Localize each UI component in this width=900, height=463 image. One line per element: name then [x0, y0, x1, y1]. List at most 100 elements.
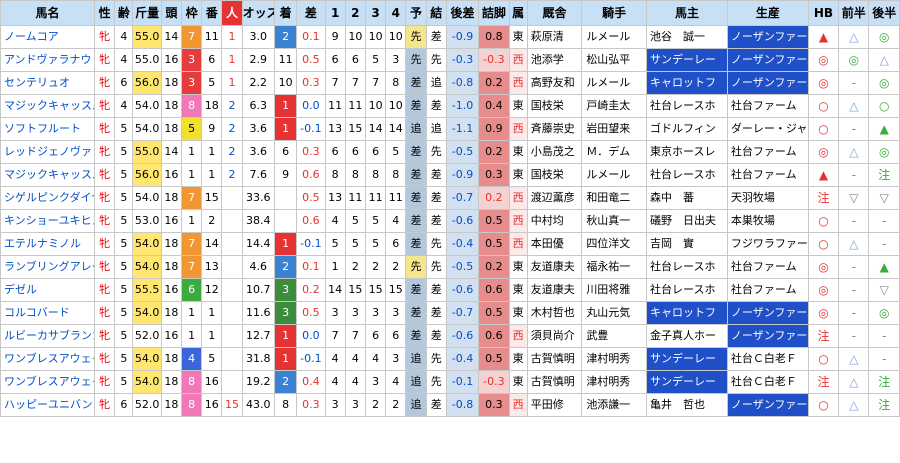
jockey-link[interactable]: 福永祐一 [581, 255, 648, 279]
horse-name-link[interactable]: ワンブレスアウェイ [0, 347, 96, 371]
col-odds[interactable]: オッズ [241, 0, 275, 26]
horse-name-link[interactable]: ノームコア [0, 25, 96, 49]
jockey-link[interactable]: 池添謙一 [581, 393, 648, 417]
trainer-link[interactable]: 国枝栄 [526, 163, 583, 187]
owner-link[interactable]: 社台レースホ [646, 163, 728, 187]
jockey-link[interactable]: 秋山真一 [581, 209, 648, 233]
jockey-link[interactable]: 川田将雅 [581, 278, 648, 302]
col-kinryo[interactable]: 斤量 [132, 0, 162, 26]
trainer-link[interactable]: 古賀慎明 [526, 370, 583, 394]
horse-name-link[interactable]: ワンブレスアウェイ [0, 370, 96, 394]
breeder-link[interactable]: ノーザンファーム [726, 324, 809, 348]
owner-link[interactable]: サンデーレー [646, 370, 728, 394]
owner-link[interactable]: 礒野 日出夫 [646, 209, 728, 233]
horse-name-link[interactable]: センテリュオ [0, 71, 96, 95]
trainer-link[interactable]: 萩原清 [526, 25, 583, 49]
breeder-link[interactable]: 社台ファーム [726, 140, 809, 164]
horse-name-link[interactable]: シゲルピンクダイヤ [0, 186, 96, 210]
breeder-link[interactable]: ノーザンファーム [726, 25, 809, 49]
col-yoso[interactable]: 予 [405, 0, 427, 26]
col-zenhan[interactable]: 前半 [838, 0, 870, 26]
jockey-link[interactable]: ルメール [581, 71, 648, 95]
col-kishu[interactable]: 騎手 [581, 0, 648, 26]
breeder-link[interactable]: ノーザンファーム [726, 301, 809, 325]
breeder-link[interactable]: 社台ファーム [726, 94, 809, 118]
col-kohan-sa[interactable]: 後差 [445, 0, 480, 26]
jockey-link[interactable]: 戸崎圭太 [581, 94, 648, 118]
owner-link[interactable]: 亀井 哲也 [646, 393, 728, 417]
trainer-link[interactable]: 国枝栄 [526, 94, 583, 118]
horse-name-link[interactable]: レッドジェノヴァ [0, 140, 96, 164]
col-hb[interactable]: HB [807, 0, 840, 26]
col-corner3[interactable]: 3 [364, 0, 387, 26]
col-tosu[interactable]: 頭 [160, 0, 182, 26]
jockey-link[interactable]: 松山弘平 [581, 48, 648, 72]
col-sex[interactable]: 性 [94, 0, 116, 26]
jockey-link[interactable]: 武豊 [581, 324, 648, 348]
jockey-link[interactable]: 和田竜二 [581, 186, 648, 210]
owner-link[interactable]: 吉岡 實 [646, 232, 728, 256]
owner-link[interactable]: 森中 蕃 [646, 186, 728, 210]
owner-link[interactable]: ゴドルフィン [646, 117, 728, 141]
horse-name-link[interactable]: コルコバード [0, 301, 96, 325]
horse-name-link[interactable]: キンショーユキヒメ [0, 209, 96, 233]
col-kyusha[interactable]: 厩舎 [526, 0, 583, 26]
trainer-link[interactable]: 渡辺薫彦 [526, 186, 583, 210]
owner-link[interactable]: サンデーレー [646, 48, 728, 72]
col-zoku[interactable]: 属 [508, 0, 528, 26]
col-age[interactable]: 齢 [114, 0, 134, 26]
jockey-link[interactable]: 岩田望来 [581, 117, 648, 141]
col-corner4[interactable]: 4 [385, 0, 407, 26]
breeder-link[interactable]: 社台ファーム [726, 278, 809, 302]
breeder-link[interactable]: 社台Ｃ白老Ｆ [726, 347, 809, 371]
trainer-link[interactable]: 中村均 [526, 209, 583, 233]
trainer-link[interactable]: 本田優 [526, 232, 583, 256]
owner-link[interactable]: 金子真人ホー [646, 324, 728, 348]
col-corner2[interactable]: 2 [344, 0, 366, 26]
breeder-link[interactable]: 社台Ｃ白老Ｆ [726, 370, 809, 394]
breeder-link[interactable]: ノーザンファーム [726, 393, 809, 417]
col-banushi[interactable]: 馬主 [646, 0, 728, 26]
jockey-link[interactable]: 津村明秀 [581, 370, 648, 394]
trainer-link[interactable]: 斉藤崇史 [526, 117, 583, 141]
trainer-link[interactable]: 友道康夫 [526, 255, 583, 279]
horse-name-link[interactable]: エテルナミノル [0, 232, 96, 256]
horse-name-link[interactable]: アンドヴァラナウト [0, 48, 96, 72]
breeder-link[interactable]: 社台ファーム [726, 255, 809, 279]
col-corner1[interactable]: 1 [324, 0, 346, 26]
jockey-link[interactable]: 津村明秀 [581, 347, 648, 371]
owner-link[interactable]: 池谷 誠一 [646, 25, 728, 49]
trainer-link[interactable]: 須貝尚介 [526, 324, 583, 348]
col-sa[interactable]: 差 [296, 0, 326, 26]
trainer-link[interactable]: 小島茂之 [526, 140, 583, 164]
breeder-link[interactable]: 天羽牧場 [726, 186, 809, 210]
owner-link[interactable]: 社台レースホ [646, 255, 728, 279]
horse-name-link[interactable]: マジックキャッスル [0, 163, 96, 187]
col-ninki[interactable]: 人 [221, 0, 243, 26]
col-seisan[interactable]: 生産 [726, 0, 809, 26]
owner-link[interactable]: キャロットフ [646, 301, 728, 325]
owner-link[interactable]: キャロットフ [646, 71, 728, 95]
trainer-link[interactable]: 友道康夫 [526, 278, 583, 302]
breeder-link[interactable]: 本巣牧場 [726, 209, 809, 233]
owner-link[interactable]: 社台レースホ [646, 278, 728, 302]
col-tsume[interactable]: 詰脚 [478, 0, 510, 26]
horse-name-link[interactable]: マジックキャッスル [0, 94, 96, 118]
trainer-link[interactable]: 木村哲也 [526, 301, 583, 325]
owner-link[interactable]: 社台レースホ [646, 94, 728, 118]
breeder-link[interactable]: フジワラファーム [726, 232, 809, 256]
breeder-link[interactable]: ノーザンファーム [726, 48, 809, 72]
jockey-link[interactable]: ルメール [581, 163, 648, 187]
jockey-link[interactable]: 四位洋文 [581, 232, 648, 256]
jockey-link[interactable]: 丸山元気 [581, 301, 648, 325]
breeder-link[interactable]: ダーレー・ジャパ [726, 117, 809, 141]
col-kohan[interactable]: 後半 [868, 0, 900, 26]
col-waku[interactable]: 枠 [180, 0, 203, 26]
horse-name-link[interactable]: ハッピーユニバンス [0, 393, 96, 417]
col-kekka[interactable]: 結 [425, 0, 447, 26]
trainer-link[interactable]: 高野友和 [526, 71, 583, 95]
horse-name-link[interactable]: ランブリングアレー [0, 255, 96, 279]
horse-name-link[interactable]: ソフトフルート [0, 117, 96, 141]
trainer-link[interactable]: 池添学 [526, 48, 583, 72]
col-umaban[interactable]: 番 [201, 0, 223, 26]
